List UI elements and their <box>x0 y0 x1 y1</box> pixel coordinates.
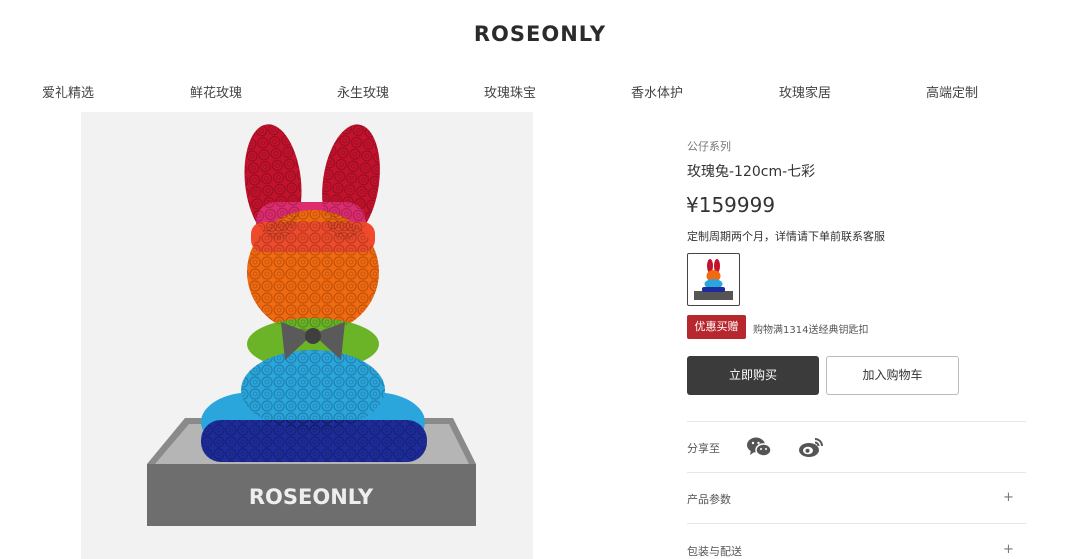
weibo-icon[interactable] <box>797 433 825 461</box>
divider <box>687 523 1026 524</box>
promo-text: 购物满1314送经典钥匙扣 <box>753 325 869 336</box>
product-title: 玫瑰兔-120cm-七彩 <box>687 164 816 180</box>
product-series: 公仔系列 <box>687 140 731 153</box>
main-nav: 爱礼精选 鲜花玫瑰 永生玫瑰 玫瑰珠宝 香水体护 玫瑰家居 高端定制 <box>0 82 1080 102</box>
add-to-cart-button[interactable]: 加入购物车 <box>826 356 959 395</box>
base-logo-text: ROSEONLY <box>249 485 374 509</box>
packaging-shipping-label[interactable]: 包装与配送 <box>687 543 742 559</box>
nav-item-fresh-roses[interactable]: 鲜花玫瑰 <box>190 82 242 101</box>
nav-item-custom[interactable]: 高端定制 <box>926 82 978 101</box>
nav-item-gift-selection[interactable]: 爱礼精选 <box>42 82 94 101</box>
promo-badge: 优惠买赠 <box>687 315 746 339</box>
buy-now-button[interactable]: 立即购买 <box>687 356 819 395</box>
nav-item-rose-home[interactable]: 玫瑰家居 <box>779 82 831 101</box>
product-note: 定制周期两个月，详情请下单前联系客服 <box>687 230 885 243</box>
expand-specs-icon[interactable]: + <box>1003 490 1014 505</box>
wechat-icon[interactable] <box>745 433 773 461</box>
expand-packaging-icon[interactable]: + <box>1003 542 1014 557</box>
nav-item-fragrance-care[interactable]: 香水体护 <box>631 82 683 101</box>
product-main-image: ROSEONLY <box>81 112 533 559</box>
product-thumbnail[interactable] <box>687 253 740 306</box>
product-price: ¥159999 <box>686 193 776 217</box>
brand-logo[interactable]: ROSEONLY <box>0 22 1080 46</box>
divider <box>687 472 1026 473</box>
product-specs-label[interactable]: 产品参数 <box>687 491 731 507</box>
nav-item-rose-jewelry[interactable]: 玫瑰珠宝 <box>484 82 536 101</box>
nav-item-eternal-roses[interactable]: 永生玫瑰 <box>337 82 389 101</box>
share-label: 分享至 <box>687 442 720 455</box>
divider <box>687 421 1026 422</box>
